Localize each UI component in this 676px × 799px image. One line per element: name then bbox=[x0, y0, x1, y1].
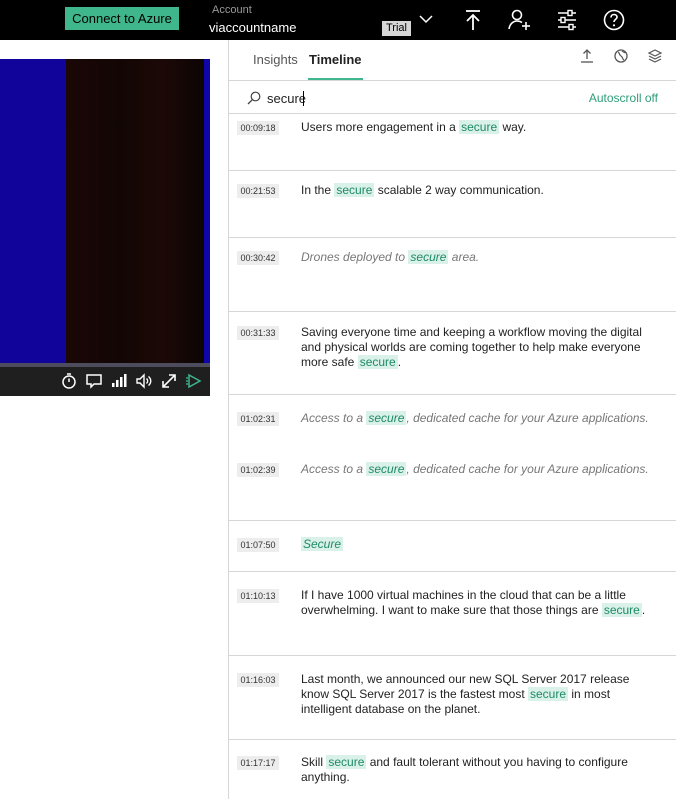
search-icon bbox=[247, 91, 261, 105]
search-bar: Autoscroll off bbox=[229, 82, 676, 114]
trial-badge: Trial bbox=[382, 21, 411, 36]
chevron-down-icon[interactable] bbox=[417, 10, 435, 28]
autoscroll-toggle[interactable]: Autoscroll off bbox=[589, 91, 658, 105]
account-name[interactable]: viaccountname bbox=[209, 20, 296, 35]
timestamp-button[interactable]: 01:10:13 bbox=[237, 589, 279, 603]
transcript-text: Skill secure and fault tolerant without … bbox=[301, 755, 628, 784]
transcript-entry[interactable]: 00:21:53 In the secure scalable 2 way com… bbox=[229, 171, 676, 238]
timestamp-button[interactable]: 00:09:18 bbox=[237, 121, 279, 135]
tab-insights[interactable]: Insights bbox=[253, 52, 298, 67]
insights-panel: Insights Timeline Autoscroll off 00:09:1… bbox=[228, 40, 676, 799]
tab-timeline[interactable]: Timeline bbox=[309, 52, 362, 67]
transcript-text: Users more engagement in a secure way. bbox=[301, 120, 527, 134]
top-bar: Connect to Azure Account viaccountname T… bbox=[0, 0, 676, 40]
search-match-highlight: secure bbox=[528, 687, 569, 701]
timestamp-button[interactable]: 01:02:39 bbox=[237, 463, 279, 477]
captions-icon[interactable] bbox=[85, 372, 103, 390]
tab-bar: Insights Timeline bbox=[229, 40, 676, 81]
search-match-highlight: secure bbox=[601, 603, 642, 617]
transcript-text: In the secure scalable 2 way communicati… bbox=[301, 183, 544, 197]
fullscreen-icon[interactable] bbox=[160, 372, 178, 390]
quality-icon[interactable] bbox=[110, 372, 128, 390]
video-player[interactable] bbox=[0, 59, 210, 396]
timestamp-button[interactable]: 01:02:31 bbox=[237, 412, 279, 426]
search-match-highlight: secure bbox=[459, 120, 500, 134]
settings-sliders-icon[interactable] bbox=[555, 8, 579, 32]
upload-icon[interactable] bbox=[461, 8, 485, 32]
timestamp-button[interactable]: 00:31:33 bbox=[237, 326, 279, 340]
globe-icon[interactable] bbox=[613, 48, 629, 64]
search-match-highlight: secure bbox=[357, 355, 398, 369]
timestamp-button[interactable]: 01:07:50 bbox=[237, 538, 279, 552]
transcript-text: Access to a secure, dedicated cache for … bbox=[301, 411, 649, 425]
search-match-highlight: secure bbox=[366, 411, 407, 425]
text-caret bbox=[303, 91, 304, 106]
transcript-text: Saving everyone time and keeping a workf… bbox=[301, 325, 642, 369]
transcript-text: Secure bbox=[301, 537, 656, 552]
play-speed-icon[interactable] bbox=[185, 372, 203, 390]
layers-icon[interactable] bbox=[647, 48, 663, 64]
transcript-entry[interactable]: 01:17:17 Skill secure and fault tolerant … bbox=[229, 740, 676, 799]
timestamp-button[interactable]: 01:16:03 bbox=[237, 673, 279, 687]
transcript-entry[interactable]: 01:16:03 Last month, we announced our new… bbox=[229, 656, 676, 740]
timestamp-button[interactable]: 01:17:17 bbox=[237, 756, 279, 770]
help-icon[interactable] bbox=[602, 8, 626, 32]
transcript-text: Access to a secure, dedicated cache for … bbox=[301, 462, 649, 476]
account-label: Account bbox=[212, 4, 252, 16]
player-controls bbox=[0, 367, 210, 396]
transcript-entry[interactable]: 00:30:42 Drones deployed to secure area. bbox=[229, 238, 676, 312]
active-tab-indicator bbox=[308, 78, 363, 80]
add-person-icon[interactable] bbox=[507, 8, 531, 32]
transcript-entry[interactable]: 01:10:13 If I have 1000 virtual machines … bbox=[229, 572, 676, 656]
transcript-entry[interactable]: 01:07:50 Secure bbox=[229, 521, 676, 572]
timestamp-button[interactable]: 00:30:42 bbox=[237, 251, 279, 265]
transcript-entry[interactable]: 01:02:31 Access to a secure, dedicated ca… bbox=[229, 395, 676, 521]
search-input[interactable] bbox=[267, 89, 517, 107]
volume-icon[interactable] bbox=[135, 372, 153, 390]
transcript-text: Last month, we announced our new SQL Ser… bbox=[301, 672, 630, 716]
export-icon[interactable] bbox=[579, 48, 595, 64]
search-match-highlight: secure bbox=[326, 755, 367, 769]
transcript-entry[interactable]: 00:09:18 Users more engagement in a secur… bbox=[229, 115, 676, 171]
transcript-entry[interactable]: 00:31:33 Saving everyone time and keeping… bbox=[229, 312, 676, 395]
timestamp-button[interactable]: 00:21:53 bbox=[237, 184, 279, 198]
search-match-highlight: secure bbox=[334, 183, 375, 197]
search-match-highlight: Secure bbox=[301, 537, 344, 551]
timer-icon[interactable] bbox=[60, 372, 78, 390]
transcript-text: If I have 1000 virtual machines in the c… bbox=[301, 588, 646, 617]
search-match-highlight: secure bbox=[408, 250, 449, 264]
video-frame bbox=[66, 59, 204, 363]
transcript-text: Drones deployed to secure area. bbox=[301, 250, 480, 264]
connect-to-azure-button[interactable]: Connect to Azure bbox=[65, 7, 179, 30]
search-match-highlight: secure bbox=[366, 462, 407, 476]
